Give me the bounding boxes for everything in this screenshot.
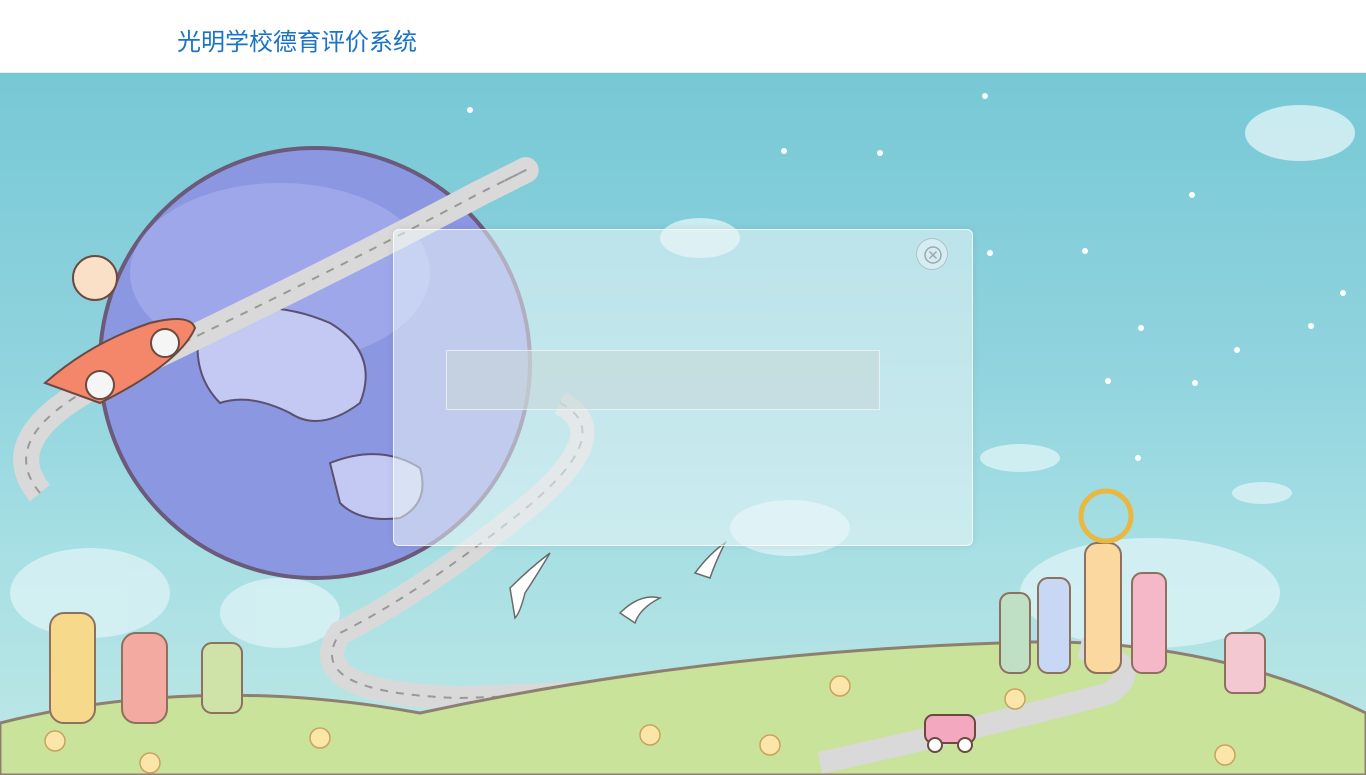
top-header: 光明学校德育评价系统 xyxy=(0,0,1366,73)
close-button[interactable] xyxy=(916,238,948,270)
birds xyxy=(509,540,727,625)
app-title: 光明学校德育评价系统 xyxy=(177,28,417,56)
close-circle-icon xyxy=(924,246,942,264)
login-input-field[interactable] xyxy=(446,350,880,410)
